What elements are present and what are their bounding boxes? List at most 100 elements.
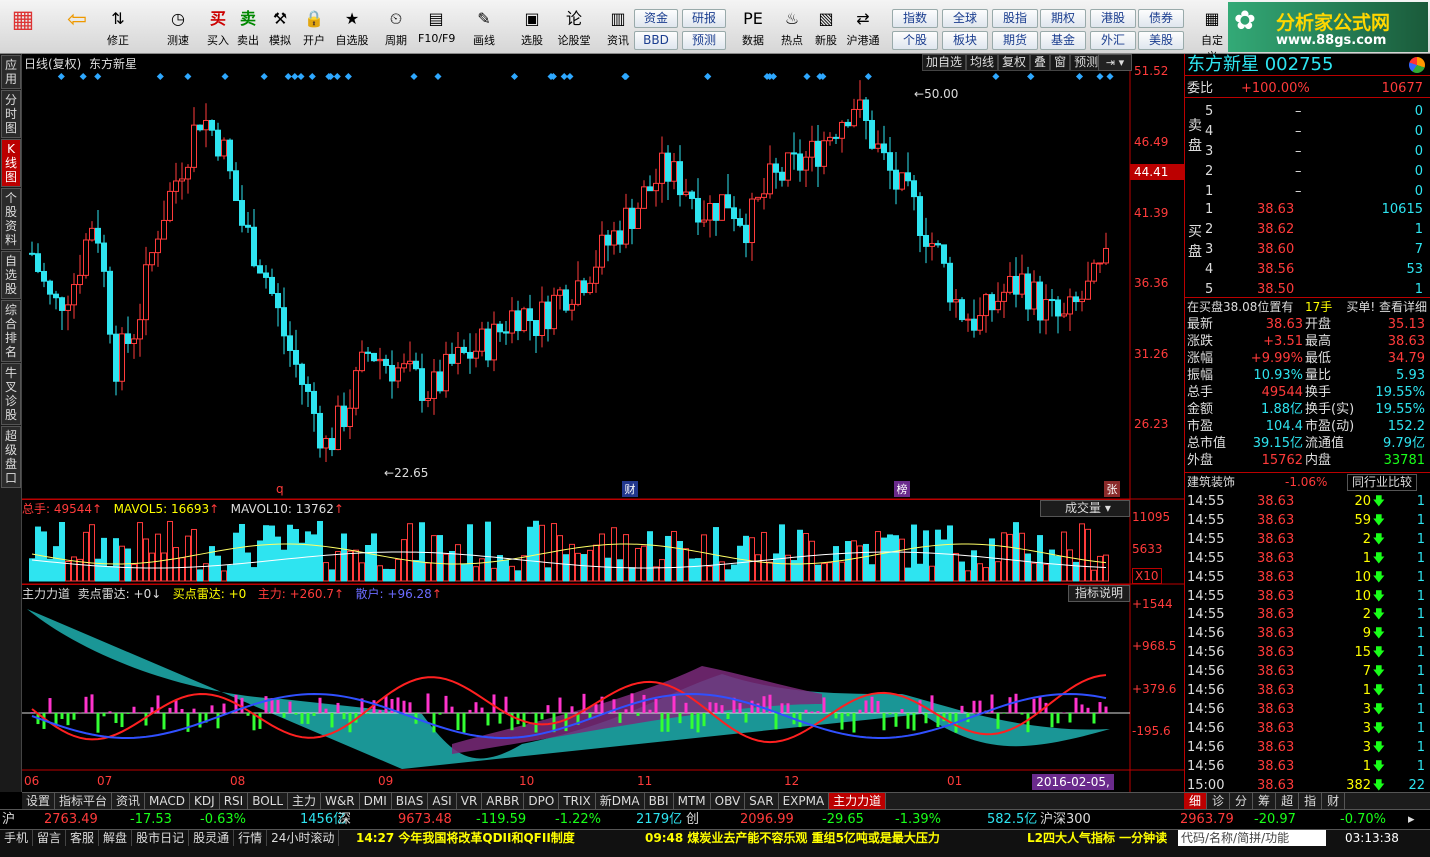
leftnav-item-1[interactable]: 分时图 [1, 90, 21, 138]
marker-rank[interactable]: 榜 [894, 481, 910, 497]
chart-top-button-0[interactable]: 加自选 [922, 54, 967, 71]
quick-button-3-1[interactable]: 板块 [942, 31, 988, 50]
quick-button-5-1[interactable]: 基金 [1040, 31, 1086, 50]
industry-compare-button[interactable]: 同行业比较 [1347, 474, 1418, 491]
chart-top-button-2[interactable]: 复权 [998, 54, 1031, 71]
right-tab-4[interactable]: 超 [1276, 793, 1300, 809]
quick-button-5-0[interactable]: 期权 [1040, 9, 1086, 28]
quick-button-2-1[interactable]: 个股 [892, 31, 938, 50]
marker-finance[interactable]: 财 [622, 481, 638, 497]
indicator-tab-5[interactable]: RSI [220, 793, 249, 809]
toolbar-button-13[interactable]: 论论股堂 [556, 6, 592, 52]
indicator-tab-8[interactable]: W&R [321, 793, 360, 809]
right-tab-2[interactable]: 分 [1230, 793, 1254, 809]
indicator-tab-21[interactable]: EXPMA [779, 793, 830, 809]
right-tab-6[interactable]: 财 [1322, 793, 1346, 809]
expand-icon[interactable]: ⇥ ▾ [1098, 54, 1132, 71]
quick-button-7-0[interactable]: 债券 [1138, 9, 1184, 28]
toolbar-button-17[interactable]: ▧ 新股 [808, 6, 844, 52]
toolbar-button-9[interactable]: ⏲ 周期 [378, 6, 414, 52]
indicator-tab-10[interactable]: BIAS [392, 793, 429, 809]
indicator-tab-6[interactable]: BOLL [248, 793, 289, 809]
chart-canvas[interactable] [22, 54, 1184, 792]
marker-q[interactable]: q [276, 482, 284, 496]
toolbar-button-3[interactable]: ◷ 测速 [160, 6, 196, 52]
marker-limit[interactable]: 张 [1104, 481, 1120, 497]
search-input[interactable]: 代码/名称/简拼/功能 [1178, 830, 1326, 846]
quick-button-1-0[interactable]: 研报 [682, 9, 726, 28]
chart-top-button-3[interactable]: 叠 [1030, 54, 1051, 71]
sell-row[interactable]: 1–0 [1185, 182, 1430, 201]
buy-row[interactable]: 2 38.62 1 [1185, 220, 1430, 239]
leftnav-item-2[interactable]: K线图 [1, 139, 21, 187]
indicator-tab-14[interactable]: DPO [524, 793, 560, 809]
indicator-tab-17[interactable]: BBI [645, 793, 674, 809]
toolbar-button-15[interactable]: PE 数据 [735, 6, 771, 52]
sell-row[interactable]: 2–0 [1185, 162, 1430, 181]
toolbar-button-10[interactable]: ▤ F10/F9 [418, 6, 455, 52]
sell-row[interactable]: 4–0 [1185, 122, 1430, 141]
toolbar-button-6[interactable]: ⚒ 模拟 [262, 6, 298, 52]
indicator-tab-16[interactable]: 新DMA [596, 793, 645, 809]
leftnav-item-6[interactable]: 牛叉诊股 [1, 363, 21, 425]
bottom-item-4[interactable]: 股市日记 [132, 830, 190, 846]
chart-top-button-4[interactable]: 窗 [1050, 54, 1071, 71]
toolbar-button-7[interactable]: 🔒 开户 [296, 6, 332, 52]
toolbar-button-12[interactable]: ▣ 选股 [514, 6, 550, 52]
arrow-right-icon[interactable]: ▸ [1408, 810, 1415, 830]
indicator-tab-13[interactable]: ARBR [482, 793, 525, 809]
toolbar-button-1[interactable]: ⇦ [58, 6, 96, 52]
bottom-item-7[interactable]: 24小时滚动 [267, 830, 340, 846]
indicator-tab-18[interactable]: MTM [674, 793, 711, 809]
quick-button-4-0[interactable]: 股指 [992, 9, 1038, 28]
leftnav-item-7[interactable]: 超级盘口 [1, 426, 21, 488]
pie-icon[interactable] [1409, 57, 1425, 73]
quick-button-7-1[interactable]: 美股 [1138, 31, 1184, 50]
buy-row[interactable]: 3 38.60 7 [1185, 240, 1430, 259]
quick-button-6-0[interactable]: 港股 [1090, 9, 1136, 28]
quick-button-1-1[interactable]: 预测 [682, 31, 726, 50]
toolbar-button-5[interactable]: 卖卖出 [230, 6, 266, 52]
customize-button[interactable]: ▦ 自定义 [1196, 6, 1228, 63]
bottom-item-1[interactable]: 留言 [33, 830, 67, 846]
sell-row[interactable]: 5–0 [1185, 102, 1430, 121]
right-tab-0[interactable]: 细 [1184, 793, 1208, 809]
leftnav-item-0[interactable]: 应用 [1, 55, 21, 89]
buy-queue-row[interactable]: 在买盘38.08位置有 17手 买单! 查看详细 [1185, 297, 1430, 316]
leftnav-item-4[interactable]: 自选股 [1, 251, 21, 299]
bottom-item-2[interactable]: 客服 [66, 830, 100, 846]
indicator-tab-7[interactable]: 主力 [288, 793, 322, 809]
toolbar-button-18[interactable]: ⇄ 沪港通 [845, 6, 881, 52]
quick-button-3-0[interactable]: 全球 [942, 9, 988, 28]
indicator-help-button[interactable]: 指标说明 [1068, 585, 1130, 602]
buy-row[interactable]: 1 38.63 10615 [1185, 200, 1430, 219]
leftnav-item-5[interactable]: 综合排名 [1, 300, 21, 362]
sell-row[interactable]: 3–0 [1185, 142, 1430, 161]
leftnav-item-3[interactable]: 个股资料 [1, 188, 21, 250]
indicator-tab-15[interactable]: TRIX [559, 793, 596, 809]
toolbar-button-2[interactable]: ⇅ 修正 [100, 6, 136, 52]
toolbar-button-0[interactable]: ▦ [4, 6, 42, 52]
toolbar-button-14[interactable]: ▥ 资讯 [600, 6, 636, 52]
indicator-tab-19[interactable]: OBV [711, 793, 746, 809]
indicator-tab-20[interactable]: SAR [745, 793, 779, 809]
toolbar-button-16[interactable]: ♨ 热点 [774, 6, 810, 52]
indicator-tab-11[interactable]: ASI [428, 793, 457, 809]
right-tab-5[interactable]: 指 [1299, 793, 1323, 809]
indicator-tab-22[interactable]: 主力力道 [829, 793, 887, 809]
quick-button-6-1[interactable]: 外汇 [1090, 31, 1136, 50]
bottom-item-3[interactable]: 解盘 [99, 830, 133, 846]
buy-row[interactable]: 4 38.56 53 [1185, 260, 1430, 279]
indicator-tab-9[interactable]: DMI [360, 793, 392, 809]
quick-button-0-0[interactable]: 资金 [634, 9, 678, 28]
kline-chart[interactable]: 日线(复权) 东方新星 加自选 均线 复权叠窗预测 ⇥ ▾ 51.52 46.49 41… [22, 54, 1184, 805]
indicator-tab-0[interactable]: 设置 [22, 793, 56, 809]
right-tab-3[interactable]: 筹 [1253, 793, 1277, 809]
chart-top-button-1[interactable]: 均线 [966, 54, 999, 71]
quick-button-0-1[interactable]: BBD [634, 31, 678, 50]
quick-button-2-0[interactable]: 指数 [892, 9, 938, 28]
indicator-tab-12[interactable]: VR [457, 793, 483, 809]
indicator-tab-1[interactable]: 指标平台 [55, 793, 113, 809]
l2-ad[interactable]: L2四大人气指标 一分钟读 [1027, 830, 1167, 846]
bottom-item-6[interactable]: 行情 [234, 830, 268, 846]
